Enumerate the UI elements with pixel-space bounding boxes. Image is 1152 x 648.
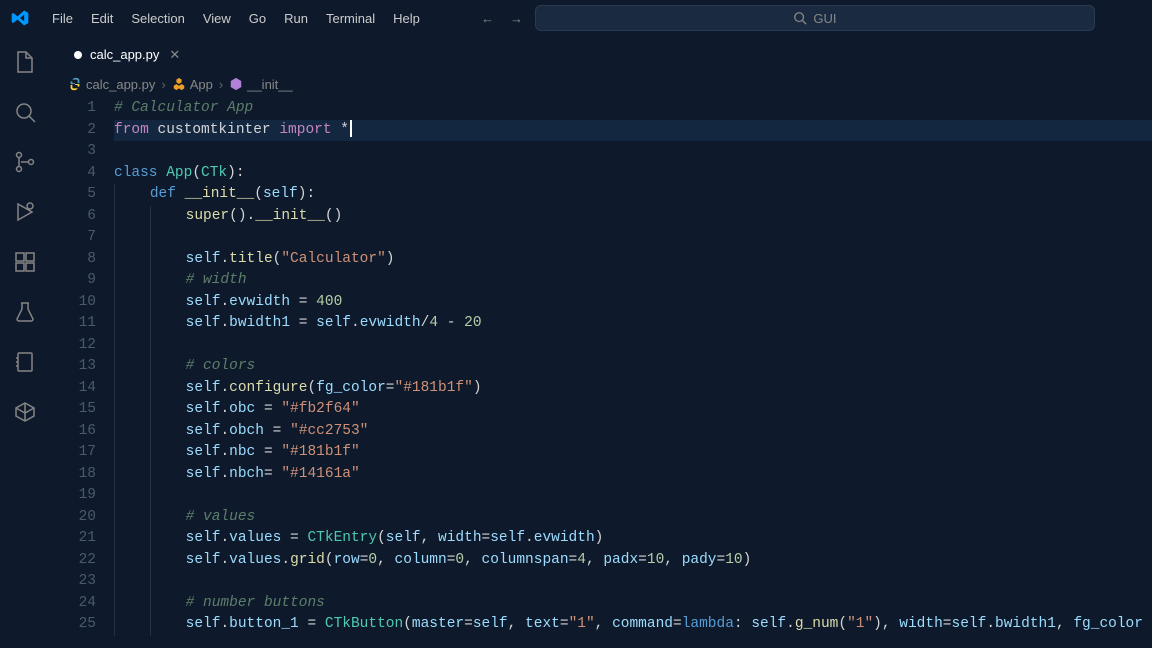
method-icon xyxy=(229,77,243,91)
testing-icon[interactable] xyxy=(9,296,41,328)
tab-filename: calc_app.py xyxy=(90,47,159,62)
search-icon xyxy=(793,11,807,25)
breadcrumb-file[interactable]: calc_app.py xyxy=(68,77,155,92)
breadcrumb-separator-icon: › xyxy=(219,77,223,92)
nav-back-icon[interactable]: ← xyxy=(481,11,494,26)
run-debug-icon[interactable] xyxy=(9,196,41,228)
menu-run[interactable]: Run xyxy=(276,7,316,30)
titlebar: FileEditSelectionViewGoRunTerminalHelp ←… xyxy=(0,0,1152,36)
menu-bar: FileEditSelectionViewGoRunTerminalHelp xyxy=(44,7,428,30)
menu-go[interactable]: Go xyxy=(241,7,274,30)
package-icon[interactable] xyxy=(9,396,41,428)
nav-arrows: ← → xyxy=(481,11,523,26)
menu-help[interactable]: Help xyxy=(385,7,428,30)
editor-group: calc_app.py ✕ calc_app.py › App › __init… xyxy=(50,36,1152,648)
breadcrumb-separator-icon: › xyxy=(161,77,165,92)
editor-tabs: calc_app.py ✕ xyxy=(50,36,1152,72)
command-center-search[interactable]: GUI xyxy=(535,5,1095,31)
breadcrumbs[interactable]: calc_app.py › App › __init__ xyxy=(50,72,1152,96)
menu-view[interactable]: View xyxy=(195,7,239,30)
breadcrumb-method[interactable]: __init__ xyxy=(229,77,293,92)
search-placeholder: GUI xyxy=(813,11,836,26)
menu-file[interactable]: File xyxy=(44,7,81,30)
code-editor[interactable]: 1234567891011121314151617181920212223242… xyxy=(50,96,1152,648)
tab-calc-app[interactable]: calc_app.py ✕ xyxy=(62,36,192,72)
breadcrumb-class[interactable]: App xyxy=(172,77,213,92)
activity-bar xyxy=(0,36,50,648)
tab-close-icon[interactable]: ✕ xyxy=(169,47,180,63)
vscode-logo-icon xyxy=(8,6,32,30)
explorer-icon[interactable] xyxy=(9,46,41,78)
extensions-icon[interactable] xyxy=(9,246,41,278)
menu-selection[interactable]: Selection xyxy=(123,7,192,30)
search-sidebar-icon[interactable] xyxy=(9,96,41,128)
source-control-icon[interactable] xyxy=(9,146,41,178)
tab-modified-dot-icon xyxy=(74,51,82,59)
menu-edit[interactable]: Edit xyxy=(83,7,121,30)
code-area[interactable]: # Calculator Appfrom customtkinter impor… xyxy=(114,96,1152,648)
line-number-gutter: 1234567891011121314151617181920212223242… xyxy=(50,96,114,648)
notebook-icon[interactable] xyxy=(9,346,41,378)
menu-terminal[interactable]: Terminal xyxy=(318,7,383,30)
class-icon xyxy=(172,77,186,91)
python-file-icon xyxy=(68,77,82,91)
nav-forward-icon[interactable]: → xyxy=(510,11,523,26)
